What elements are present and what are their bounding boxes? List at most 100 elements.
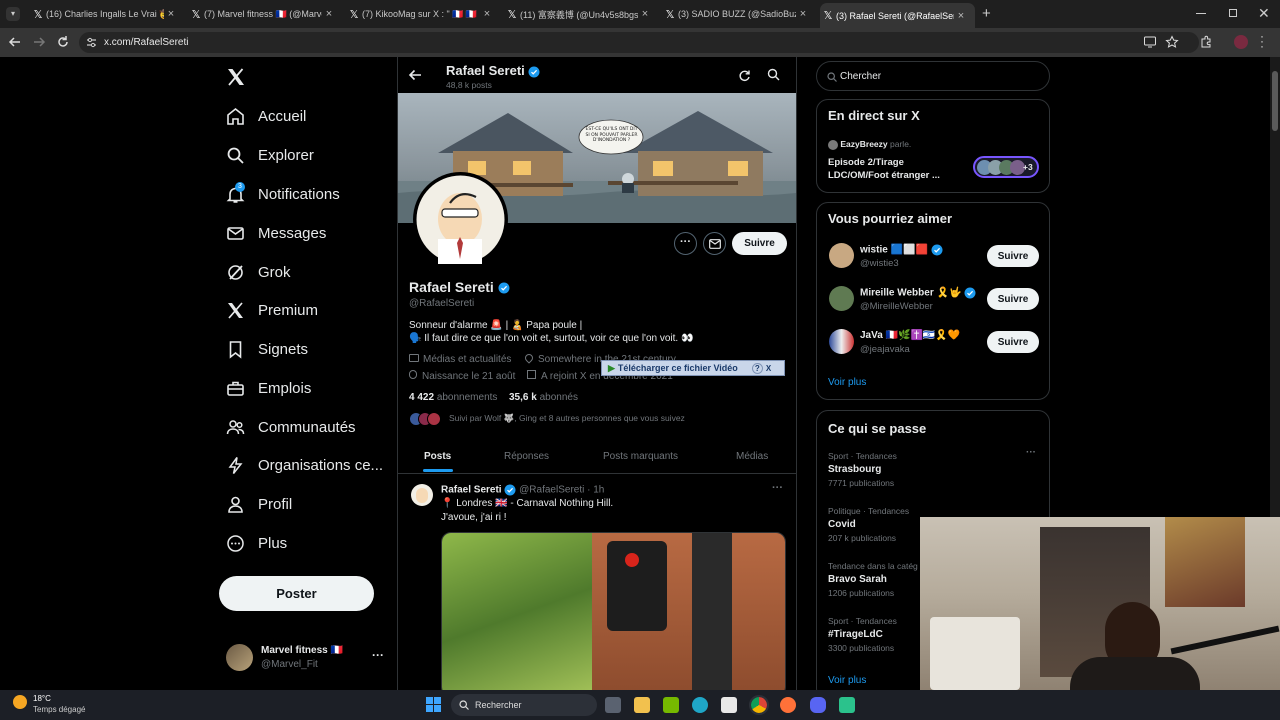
- webcam-overlay: [920, 517, 1280, 690]
- back-arrow-icon[interactable]: [8, 35, 22, 49]
- trend-item[interactable]: Sport · Tendances #TirageLdC 3300 public…: [828, 616, 928, 660]
- sidebar-item-communautes[interactable]: Communautés: [226, 412, 356, 442]
- tab-posts-marquants[interactable]: Posts marquants: [603, 451, 678, 462]
- tab-list-chevron-icon[interactable]: ▾: [6, 7, 20, 21]
- close-icon[interactable]: X: [766, 364, 771, 373]
- sidebar-item-profil[interactable]: Profil: [226, 489, 292, 519]
- browser-tab[interactable]: 𝕏 (11) 富察義博 (@Un4v5s8bgsVI ×: [504, 4, 654, 24]
- browser-tab[interactable]: 𝕏 (7) Marvel fitness 🇫🇷 (@Marvel_ ×: [188, 4, 338, 24]
- install-app-icon[interactable]: [1143, 35, 1157, 49]
- see-more-link[interactable]: Voir plus: [828, 377, 866, 388]
- firefox-icon[interactable]: [780, 697, 796, 713]
- follow-button[interactable]: Suivre: [987, 331, 1039, 353]
- x-logo-icon[interactable]: [226, 67, 246, 87]
- browser-tab[interactable]: 𝕏 (16) Charlies Ingalls Le Vrai 🤠 ’ ×: [30, 4, 180, 24]
- store-icon[interactable]: [721, 697, 737, 713]
- following-link[interactable]: 4 422 abonnements: [409, 392, 497, 403]
- tab-medias[interactable]: Médias: [736, 451, 768, 462]
- more-options-button[interactable]: ···: [674, 232, 697, 255]
- follow-button[interactable]: Suivre: [987, 245, 1039, 267]
- extensions-icon[interactable]: [1199, 35, 1213, 49]
- site-settings-icon[interactable]: [86, 37, 97, 48]
- followers-link[interactable]: 35,6 k abonnés: [509, 392, 578, 403]
- taskbar-search[interactable]: Rechercher: [451, 694, 597, 716]
- start-windows-icon[interactable]: [426, 697, 441, 712]
- chrome-icon[interactable]: [749, 695, 769, 715]
- sidebar-item-premium[interactable]: Premium: [226, 295, 318, 325]
- sidebar-item-plus[interactable]: Plus: [226, 528, 287, 558]
- task-view-icon[interactable]: [605, 697, 621, 713]
- browser-tab[interactable]: 𝕏 (7) KikooMag sur X : " 🇫🇷 🇫🇷 | U ×: [346, 4, 496, 24]
- bookmark-star-icon[interactable]: [1165, 35, 1179, 49]
- verified-badge-icon: [964, 287, 976, 299]
- weather-icon[interactable]: [13, 695, 27, 709]
- discord-icon[interactable]: [810, 697, 826, 713]
- profile-avatar-icon[interactable]: [1234, 35, 1248, 49]
- sidebar-item-messages[interactable]: Messages: [226, 218, 326, 248]
- suggestion-row[interactable]: JaVa 🇫🇷🌿✝️🇮🇱🎗️🧡 @jeajavaka Suivre: [817, 324, 1049, 364]
- search-icon[interactable]: [767, 68, 780, 81]
- video-download-bar[interactable]: ▶ Télécharger ce fichier Vidéo ? X: [601, 360, 785, 376]
- suggestion-row[interactable]: Mireille Webber 🎗️🤟 @MireilleWebber Suiv…: [817, 281, 1049, 321]
- browser-tab[interactable]: 𝕏 (3) SADIO BUZZ (@SadioBuzz) ×: [662, 4, 812, 24]
- followed-by-text[interactable]: Suivi par Wolf 🐺, Ging et 8 autres perso…: [449, 413, 685, 424]
- post-author-avatar[interactable]: [411, 484, 433, 506]
- scrollbar-thumb[interactable]: [1272, 71, 1278, 131]
- close-window-icon[interactable]: ✕: [1258, 5, 1270, 22]
- forward-arrow-icon[interactable]: [32, 35, 46, 49]
- message-button[interactable]: [703, 232, 726, 255]
- trends-title: Ce qui se passe: [828, 421, 927, 436]
- close-tab-icon[interactable]: ×: [954, 10, 968, 22]
- balloon-icon: [409, 370, 417, 379]
- close-tab-icon[interactable]: ×: [480, 8, 494, 20]
- post-button[interactable]: Poster: [219, 576, 374, 611]
- restore-window-icon[interactable]: [1229, 9, 1237, 17]
- new-tab-icon[interactable]: +: [982, 5, 991, 22]
- account-switcher[interactable]: Marvel fitness 🇫🇷 @Marvel_Fit ···: [226, 642, 386, 674]
- sidebar-item-signets[interactable]: Signets: [226, 334, 308, 364]
- url-field[interactable]: x.com/RafaelSereti: [79, 32, 1199, 53]
- follow-button[interactable]: Suivre: [987, 288, 1039, 310]
- post-more-icon[interactable]: ···: [772, 482, 783, 494]
- file-explorer-icon[interactable]: [634, 697, 650, 713]
- sidebar-item-emplois[interactable]: Emplois: [226, 373, 311, 403]
- sidebar-item-organisations[interactable]: Organisations ce...: [226, 450, 383, 480]
- close-tab-icon[interactable]: ×: [322, 8, 336, 20]
- sidebar-item-explorer[interactable]: Explorer: [226, 140, 314, 170]
- close-tab-icon[interactable]: ×: [164, 8, 178, 20]
- post-time[interactable]: · 1h: [587, 485, 604, 496]
- live-event[interactable]: Episode 2/Tirage LDC/OM/Foot étranger ..…: [828, 156, 958, 182]
- browser-tab-active[interactable]: 𝕏 (3) Rafael Sereti (@RafaelSereti ×: [820, 3, 975, 28]
- reload-icon[interactable]: [56, 35, 70, 49]
- sidebar-item-accueil[interactable]: Accueil: [226, 101, 306, 131]
- edge-icon[interactable]: [692, 697, 708, 713]
- weather-temp[interactable]: 18°C: [33, 694, 51, 703]
- refresh-icon[interactable]: [738, 69, 751, 82]
- search-placeholder: Chercher: [840, 71, 882, 82]
- see-more-link[interactable]: Voir plus: [828, 675, 866, 686]
- post-media[interactable]: [441, 532, 786, 690]
- trend-item[interactable]: Sport · Tendances Strasbourg 7771 public…: [828, 447, 1043, 495]
- app-icon[interactable]: [839, 697, 855, 713]
- minimize-window-icon[interactable]: [1196, 13, 1206, 14]
- browser-menu-icon[interactable]: · · ·: [1260, 30, 1264, 52]
- close-tab-icon[interactable]: ×: [638, 8, 652, 20]
- profile-avatar[interactable]: [413, 172, 508, 267]
- nvidia-icon[interactable]: [663, 697, 679, 713]
- sidebar-item-grok[interactable]: Grok: [226, 257, 291, 287]
- back-arrow-icon[interactable]: [408, 68, 422, 82]
- trend-item[interactable]: Tendance dans la catég Bravo Sarah 1206 …: [828, 561, 928, 605]
- close-tab-icon[interactable]: ×: [796, 8, 810, 20]
- suggestion-row[interactable]: wistie 🟦⬜🟥 @wistie3 Suivre: [817, 238, 1049, 278]
- help-icon[interactable]: ?: [751, 362, 763, 374]
- follow-button[interactable]: Suivre: [732, 232, 787, 255]
- tab-posts[interactable]: Posts: [424, 451, 451, 462]
- post-author[interactable]: Rafael Sereti: [441, 485, 502, 496]
- post-handle[interactable]: @RafaelSereti: [519, 485, 584, 496]
- account-more-icon[interactable]: ···: [372, 648, 384, 662]
- tab-reponses[interactable]: Réponses: [504, 451, 549, 462]
- search-input[interactable]: Chercher: [816, 61, 1050, 91]
- weather-desc[interactable]: Temps dégagé: [33, 705, 85, 714]
- trend-more-icon[interactable]: ···: [1026, 447, 1036, 458]
- live-participants[interactable]: +3: [973, 156, 1039, 178]
